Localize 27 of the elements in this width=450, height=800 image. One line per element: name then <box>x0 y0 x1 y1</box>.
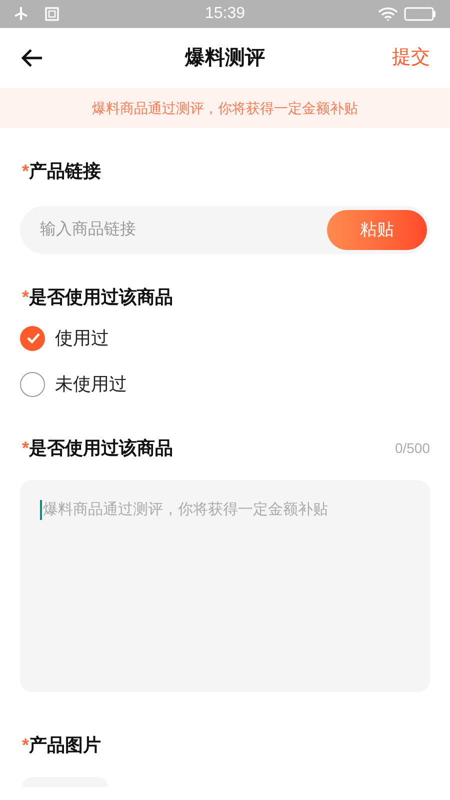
char-counter: 0/500 <box>394 439 430 458</box>
battery-icon <box>404 7 436 21</box>
section-label: 是否使用过该商品 <box>29 286 174 309</box>
section-label: 是否使用过该商品 <box>29 437 174 460</box>
airplane-icon <box>14 6 28 22</box>
section-label: 产品图片 <box>29 734 102 757</box>
back-icon[interactable] <box>20 48 44 68</box>
review-text-area[interactable]: 爆料商品通过测评，你将获得一定金额补贴 <box>20 480 430 692</box>
check-icon <box>26 332 40 344</box>
submit-button[interactable]: 提交 <box>392 44 430 72</box>
section-label: 产品链接 <box>29 160 102 183</box>
radio-button[interactable] <box>20 372 45 396</box>
required-mark: * <box>22 734 30 757</box>
wifi-icon <box>378 7 398 21</box>
link-input-field[interactable]: 输入商品链接 粘贴 <box>20 206 430 254</box>
option-label: 未使用过 <box>55 372 127 396</box>
option-label: 使用过 <box>55 326 109 350</box>
notice-text: 爆料商品通过测评，你将获得一定金额补贴 <box>92 98 358 118</box>
radio-button[interactable] <box>20 326 45 350</box>
required-mark: * <box>22 286 30 309</box>
sim-icon <box>44 6 60 22</box>
required-mark: * <box>22 160 30 183</box>
page-title: 爆料测评 <box>185 46 265 71</box>
paste-button[interactable]: 粘贴 <box>327 210 427 250</box>
placeholder-text: 爆料商品通过测评，你将获得一定金额补贴 <box>43 500 328 520</box>
status-time: 15:39 <box>204 4 246 24</box>
required-mark: * <box>22 437 30 460</box>
